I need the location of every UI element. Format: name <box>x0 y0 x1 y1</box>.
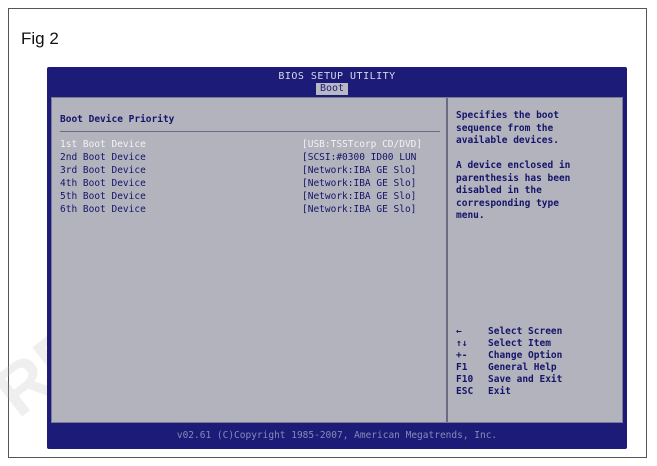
boot-device-value: [Network:IBA GE Slo] <box>302 178 417 189</box>
key-hint-exit: ESC Exit <box>456 386 616 398</box>
boot-device-label: 6th Boot Device <box>60 204 146 215</box>
key-description: Select Screen <box>488 326 563 337</box>
divider <box>60 131 440 132</box>
boot-device-value: [Network:IBA GE Slo] <box>302 191 417 202</box>
key-hint-select-screen: ← Select Screen <box>456 326 616 338</box>
boot-device-6[interactable]: 6th Boot Device [Network:IBA GE Slo] <box>60 203 440 216</box>
boot-device-4[interactable]: 4th Boot Device [Network:IBA GE Slo] <box>60 177 440 190</box>
boot-device-value: [Network:IBA GE Slo] <box>302 165 417 176</box>
key-hint-select-item: ↑↓ Select Item <box>456 338 616 350</box>
help-description: Specifies the boot sequence from the ava… <box>456 110 559 146</box>
bios-panel: Boot Device Priority 1st Boot Device [US… <box>51 97 623 423</box>
key-hint-save-exit: F10 Save and Exit <box>456 374 616 386</box>
boot-device-label: 3rd Boot Device <box>60 165 146 176</box>
key-name: ← <box>456 326 462 337</box>
boot-device-value: [SCSI:#0300 ID00 LUN <box>302 152 417 163</box>
key-description: General Help <box>488 362 557 373</box>
figure-frame: Fig 2 REPUBLISH BIOS SETUP UTILITY Boot … <box>0 8 647 458</box>
boot-device-label: 4th Boot Device <box>60 178 146 189</box>
boot-device-2[interactable]: 2nd Boot Device [SCSI:#0300 ID00 LUN <box>60 151 440 164</box>
bios-title: BIOS SETUP UTILITY <box>278 71 396 82</box>
boot-priority-pane: Boot Device Priority 1st Boot Device [US… <box>52 98 448 422</box>
boot-device-3[interactable]: 3rd Boot Device [Network:IBA GE Slo] <box>60 164 440 177</box>
boot-device-5[interactable]: 5th Boot Device [Network:IBA GE Slo] <box>60 190 440 203</box>
key-hint-general-help: F1 General Help <box>456 362 616 374</box>
section-title: Boot Device Priority <box>60 114 175 125</box>
key-name: +- <box>456 350 468 361</box>
key-description: Select Item <box>488 338 551 349</box>
copyright-footer: v02.61 (C)Copyright 1985-2007, American … <box>176 430 498 441</box>
boot-device-value: [USB:TSSTcorp CD/DVD] <box>302 139 423 150</box>
key-name: F1 <box>456 362 468 373</box>
boot-device-label: 5th Boot Device <box>60 191 146 202</box>
boot-device-value: [Network:IBA GE Slo] <box>302 204 417 215</box>
figure-label: Fig 2 <box>21 29 59 48</box>
key-name: ESC <box>456 386 474 397</box>
key-name: F10 <box>456 374 474 385</box>
key-description: Save and Exit <box>488 374 563 385</box>
boot-device-label: 1st Boot Device <box>60 139 146 150</box>
boot-device-1[interactable]: 1st Boot Device [USB:TSSTcorp CD/DVD] <box>60 138 440 151</box>
help-note: A device enclosed in parenthesis has bee… <box>456 160 571 221</box>
key-description: Change Option <box>488 350 563 361</box>
bios-screen: BIOS SETUP UTILITY Boot Boot Device Prio… <box>47 67 627 449</box>
key-name: ↑↓ <box>456 338 468 349</box>
key-description: Exit <box>488 386 511 397</box>
help-pane: Specifies the boot sequence from the ava… <box>448 98 622 422</box>
boot-device-label: 2nd Boot Device <box>60 152 146 163</box>
key-hint-change-option: +- Change Option <box>456 350 616 362</box>
tab-boot[interactable]: Boot <box>316 83 348 95</box>
